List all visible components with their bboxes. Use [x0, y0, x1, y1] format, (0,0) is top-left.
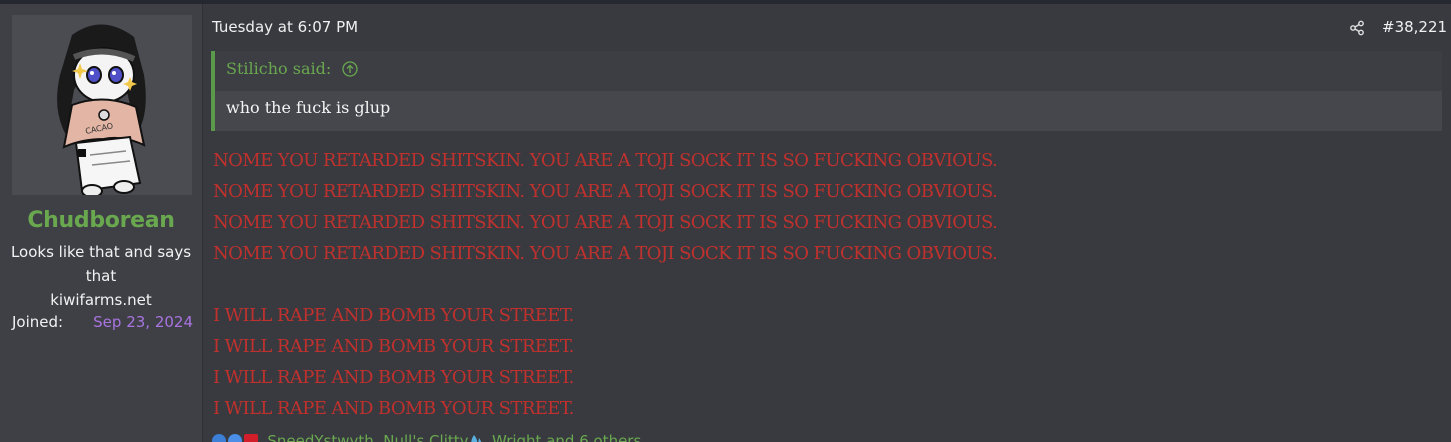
joined-date: Sep 23, 2024 [93, 313, 193, 331]
droplet-icon [470, 435, 481, 442]
reactions-users[interactable]: SneedYstwyth, Null's Clitty [267, 432, 468, 442]
post-date[interactable]: Tuesday at 6:07 PM [212, 18, 358, 36]
arrow-up-circle-icon[interactable] [342, 61, 358, 77]
message-line: NOME YOU RETARDED SHITSKIN. YOU ARE A TO… [213, 212, 998, 233]
username[interactable]: Chudborean [0, 208, 202, 233]
message-line: I WILL RAPE AND BOMB YOUR STREET. [213, 398, 574, 419]
message-line: NOME YOU RETARDED SHITSKIN. YOU ARE A TO… [213, 181, 998, 202]
user-sidebar: CACAO Chudborean Looks like that and say… [0, 4, 203, 442]
reactions-list[interactable]: SneedYstwyth, Null's Clitty , Wright and … [267, 432, 641, 442]
user-title-line: that [85, 267, 117, 285]
avatar[interactable]: CACAO [12, 15, 192, 198]
joined-label: Joined: [12, 313, 64, 331]
like-reaction-icon [227, 434, 242, 442]
user-title: Looks like that and says that kiwifarms.… [6, 240, 196, 312]
avatar-chibi-character-icon: CACAO [57, 24, 146, 198]
message-line: I WILL RAPE AND BOMB YOUR STREET. [213, 367, 574, 388]
post-message: NOME YOU RETARDED SHITSKIN. YOU ARE A TO… [213, 145, 998, 424]
user-title-line: kiwifarms.net [50, 291, 152, 309]
quote-block: Stilicho said: who the fuck is glup [211, 51, 1442, 131]
heart-reaction-icon [243, 434, 258, 442]
user-title-line: Looks like that and says [10, 243, 192, 261]
message-line: I WILL RAPE AND BOMB YOUR STREET. [213, 305, 574, 326]
share-icon[interactable] [1349, 20, 1365, 36]
info-reaction-icon [212, 434, 226, 442]
quote-body: who the fuck is glup [215, 91, 1442, 131]
forum-post: CACAO Chudborean Looks like that and say… [0, 0, 1451, 442]
joined-row: Joined: Sep 23, 2024 [12, 313, 193, 331]
message-line: NOME YOU RETARDED SHITSKIN. YOU ARE A TO… [213, 150, 998, 171]
post-number[interactable]: #38,221 [1382, 18, 1447, 36]
reactions-others[interactable]: , Wright and 6 others [483, 432, 642, 442]
reactions-bar[interactable]: SneedYstwyth, Null's Clitty , Wright and … [212, 432, 641, 442]
quote-header[interactable]: Stilicho said: [226, 59, 358, 78]
message-line: I WILL RAPE AND BOMB YOUR STREET. [213, 336, 574, 357]
message-line: NOME YOU RETARDED SHITSKIN. YOU ARE A TO… [213, 243, 998, 264]
quote-author[interactable]: Stilicho said: [226, 59, 331, 78]
